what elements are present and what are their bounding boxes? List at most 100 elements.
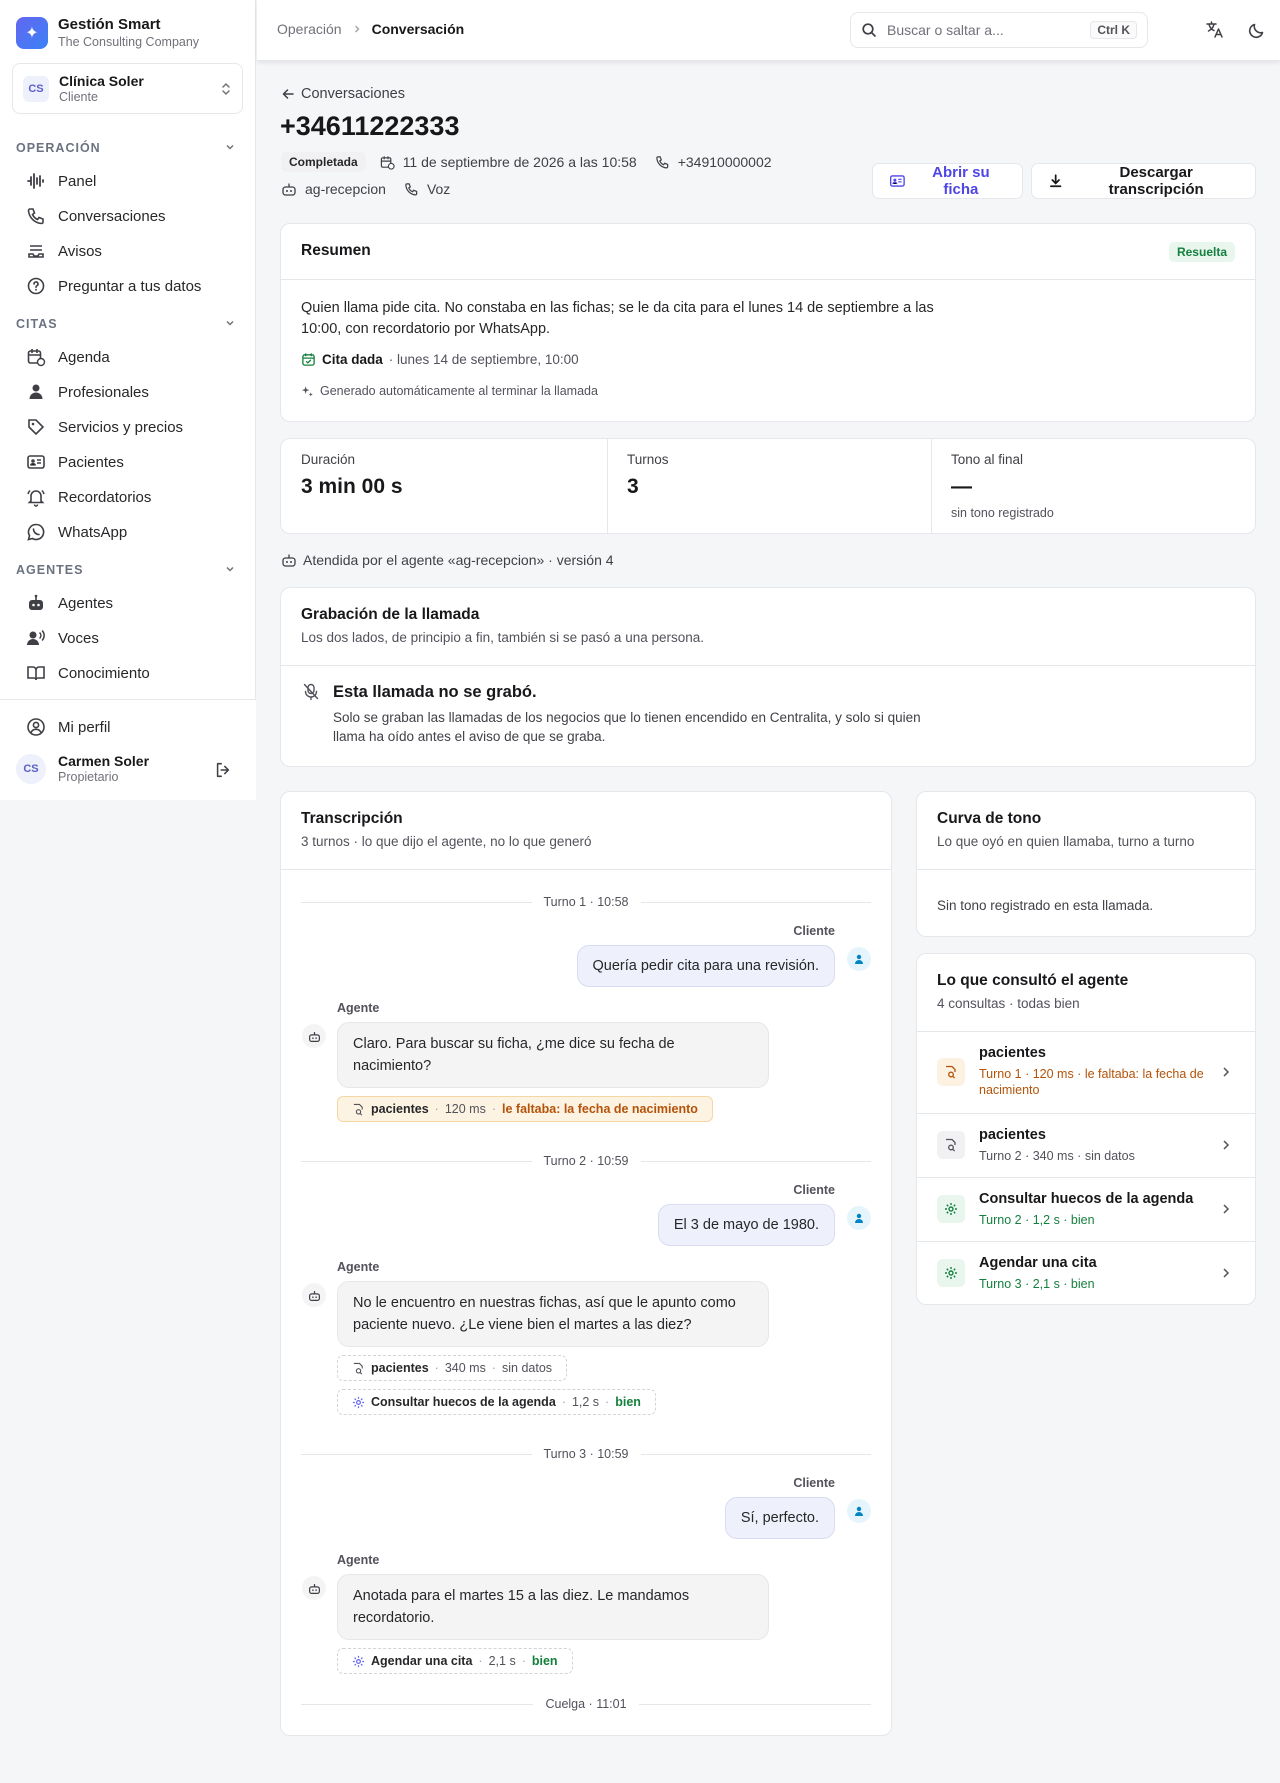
org-switcher[interactable]: CS Clínica Soler Cliente — [12, 63, 243, 114]
divider — [281, 869, 891, 870]
consult-name: pacientes — [979, 1045, 1046, 1061]
consult-item[interactable]: Agendar una cita Turno 3 · 2,1 s · bien — [917, 1242, 1255, 1305]
agent-attribution-text: Atendida por el agente «ag-recepcion» · … — [303, 552, 614, 568]
phone-icon — [655, 155, 668, 168]
chevron-down-icon — [226, 566, 234, 572]
summary-title: Resumen — [301, 242, 371, 259]
speaker-client: Cliente — [793, 1476, 835, 1490]
breadcrumb-current: Conversación — [371, 21, 465, 37]
open-record-label: Abrir su ficha — [932, 164, 990, 198]
sidebar-item-agentes[interactable]: Agentes — [26, 591, 113, 615]
agent-avatar-icon — [302, 1283, 326, 1307]
phone-icon — [27, 208, 44, 225]
open-record-button[interactable]: Abrir su ficha — [872, 163, 1023, 199]
tool-result: bien — [531, 1654, 558, 1668]
sidebar-item-conocimiento[interactable]: Conocimiento — [26, 661, 150, 685]
back-link[interactable]: Conversaciones — [281, 86, 405, 102]
stat-duration: Duración 3 min 00 s — [281, 439, 607, 534]
question-bubble-icon — [27, 277, 45, 295]
sidebar-item-label: Pacientes — [58, 453, 124, 471]
sidebar-item-conversaciones[interactable]: Conversaciones — [26, 204, 166, 228]
logout-icon[interactable] — [214, 761, 232, 779]
sidebar-item-mi-perfil[interactable]: Mi perfil — [26, 715, 111, 739]
tool-name: pacientes — [371, 1102, 429, 1116]
consult-item[interactable]: pacientes Turno 1 · 120 ms · le faltaba:… — [917, 1032, 1255, 1113]
consult-item[interactable]: Consultar huecos de la agenda Turno 2 · … — [917, 1178, 1255, 1241]
sidebar-item-label: Agentes — [58, 594, 114, 612]
section-citas[interactable]: CITAS — [16, 317, 240, 331]
whatsapp-icon — [27, 523, 45, 541]
brand[interactable]: ✦ Gestión Smart The Consulting Company — [16, 16, 199, 50]
tool-name: pacientes — [371, 1361, 429, 1375]
sidebar-item-label: Servicios y precios — [58, 418, 184, 436]
search-input[interactable] — [887, 22, 1081, 38]
id-card-icon — [890, 175, 905, 187]
call-datetime: 11 de septiembre de 2026 a las 10:58 — [402, 154, 637, 170]
sidebar-item-avisos[interactable]: Avisos — [26, 239, 102, 263]
client-avatar-icon — [847, 1499, 871, 1523]
sidebar-item-label: Conversaciones — [58, 207, 166, 225]
agent-message: No le encuentro en nuestras fichas, así … — [337, 1281, 769, 1347]
sidebar-item-servicios[interactable]: Servicios y precios — [26, 415, 183, 439]
agent-avatar-icon — [302, 1576, 326, 1600]
topbar: Operación Conversación Ctrl K — [257, 0, 1280, 61]
sidebar-item-preguntar[interactable]: Preguntar a tus datos — [26, 274, 201, 298]
tool-result: sin datos — [502, 1361, 553, 1375]
voice-user-icon — [27, 630, 45, 645]
tool-call-chip[interactable]: pacientes · 340 ms · sin datos — [337, 1355, 568, 1381]
chevron-right-icon — [1223, 1268, 1230, 1278]
tool-call-chip[interactable]: Consultar huecos de la agenda · 1,2 s · bi… — [337, 1389, 656, 1415]
section-agentes[interactable]: AGENTES — [16, 563, 240, 577]
sidebar-item-pacientes[interactable]: Pacientes — [26, 450, 124, 474]
consult-name: Consultar huecos de la agenda — [979, 1191, 1194, 1207]
stat-label: Duración — [301, 452, 356, 467]
call-meta-row-2: ag-recepcion Voz — [281, 181, 450, 197]
sidebar-item-panel[interactable]: Panel — [26, 169, 96, 193]
sidebar-item-voces[interactable]: Voces — [26, 626, 99, 650]
section-label: CITAS — [16, 317, 58, 331]
stat-label: Turnos — [627, 452, 669, 467]
recording-title: Grabación de la llamada — [301, 606, 480, 623]
call-to-number: +34910000002 — [677, 154, 772, 170]
brand-name: Gestión Smart — [58, 16, 161, 33]
app-root: ✦ Gestión Smart The Consulting Company C… — [0, 0, 1280, 1783]
tool-name: Agendar una cita — [371, 1654, 473, 1668]
sidebar-item-label: Mi perfil — [58, 718, 111, 736]
translate-icon[interactable] — [1205, 20, 1225, 40]
sidebar-item-label: Agenda — [58, 348, 110, 366]
sidebar-item-agenda[interactable]: Agenda — [26, 345, 110, 369]
consult-detail: Turno 1 · 120 ms · le faltaba: la fecha … — [979, 1067, 1204, 1097]
tool-call-chip[interactable]: Agendar una cita · 2,1 s · bien — [337, 1648, 573, 1674]
search-box[interactable]: Ctrl K — [850, 12, 1148, 48]
waveform-icon — [27, 173, 44, 189]
calendar-clock-icon — [380, 155, 395, 170]
tool-time: 2,1 s — [488, 1654, 516, 1668]
tool-call-chip[interactable]: pacientes · 120 ms · le faltaba: la fecha … — [337, 1096, 713, 1122]
recording-none-text: Solo se graban las llamadas de los negoc… — [333, 710, 921, 744]
sidebar-item-label: Panel — [58, 172, 97, 190]
tool-time: 340 ms — [444, 1361, 486, 1375]
inbox-icon — [28, 245, 44, 258]
tone-curve-title: Curva de tono — [937, 810, 1042, 827]
sidebar-item-profesionales[interactable]: Profesionales — [26, 380, 149, 404]
stat-turns: Turnos 3 — [607, 439, 931, 534]
breadcrumb-operacion[interactable]: Operación — [277, 21, 342, 37]
recording-subtitle: Los dos lados, de principio a fin, tambi… — [301, 630, 705, 645]
agent-attribution: Atendida por el agente «ag-recepcion» · … — [281, 552, 614, 568]
sidebar-item-whatsapp[interactable]: WhatsApp — [26, 520, 127, 544]
chevron-right-icon — [1223, 1067, 1230, 1077]
sidebar-item-recordatorios[interactable]: Recordatorios — [26, 485, 151, 509]
bell-ring-icon — [27, 489, 45, 507]
sidebar-item-label: Preguntar a tus datos — [58, 277, 202, 295]
consult-detail: Turno 2 · 1,2 s · bien — [979, 1213, 1095, 1227]
org-name: Clínica Soler — [59, 72, 144, 89]
gear-icon — [352, 1396, 365, 1408]
moon-icon[interactable] — [1247, 20, 1267, 40]
section-operacion[interactable]: OPERACIÓN — [16, 141, 240, 155]
sidebar-footer: Mi perfil CS Carmen Soler Propietario — [0, 699, 256, 800]
consult-item[interactable]: pacientes Turno 2 · 340 ms · sin datos — [917, 1114, 1255, 1177]
recording-card: Grabación de la llamada Los dos lados, d… — [280, 587, 1256, 767]
download-transcript-button[interactable]: Descargar transcripción — [1031, 163, 1256, 199]
tag-icon — [28, 419, 45, 436]
stat-value: — — [951, 475, 972, 498]
